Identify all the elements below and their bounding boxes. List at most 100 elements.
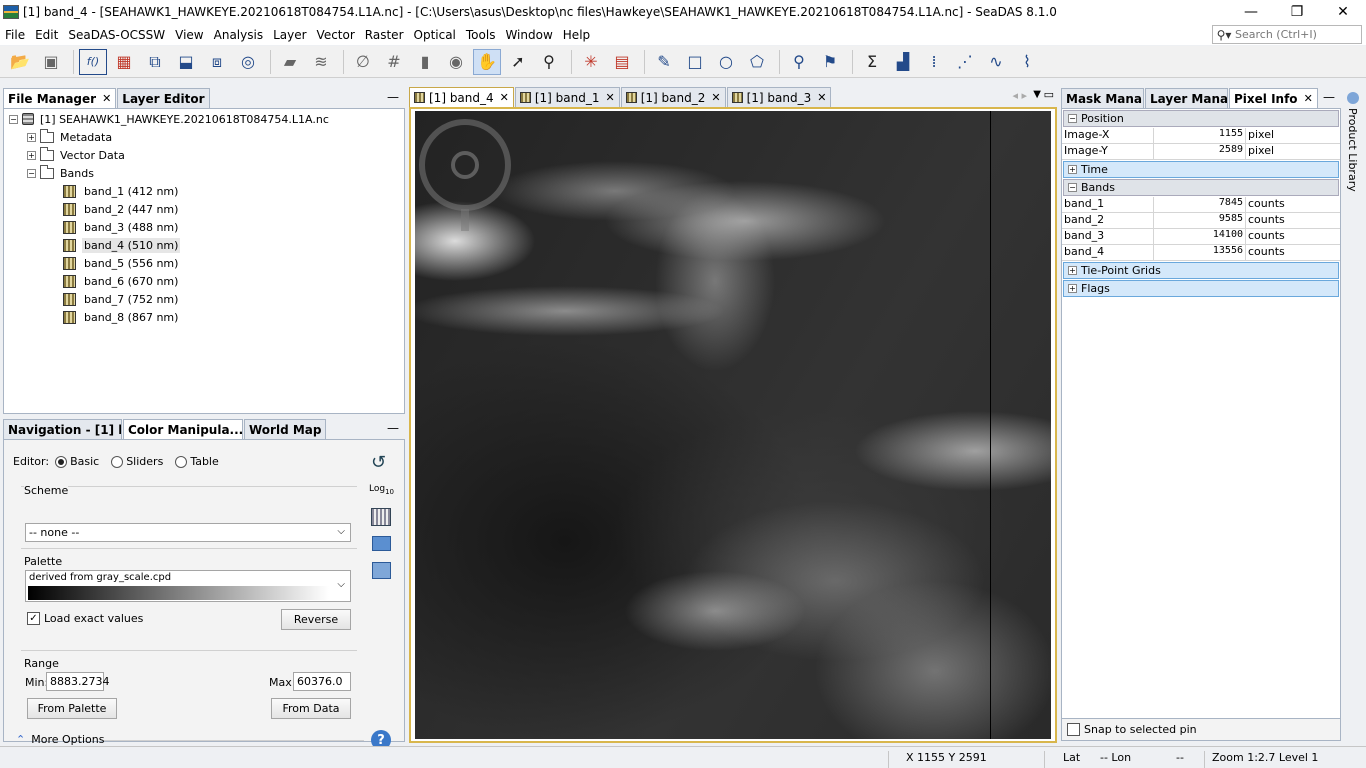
range-finder-icon[interactable]: ▤ bbox=[608, 49, 636, 75]
menu-window[interactable]: Window bbox=[500, 28, 557, 42]
close-icon[interactable]: ✕ bbox=[102, 92, 111, 105]
section-bands[interactable]: − Bands bbox=[1063, 179, 1339, 196]
expand-icon[interactable]: + bbox=[27, 150, 36, 160]
tree-item-band-3[interactable]: band_3 (488 nm) bbox=[4, 218, 404, 236]
side-tab-product-library[interactable]: Product Library bbox=[1345, 92, 1363, 192]
tab-file-manager[interactable]: File Manager ✕ bbox=[3, 88, 117, 108]
table-radio[interactable] bbox=[175, 455, 188, 468]
reset-icon[interactable]: ↺ bbox=[371, 452, 386, 473]
ellipse-draw-icon[interactable]: ○ bbox=[712, 49, 740, 75]
tab-pixel-info[interactable]: Pixel Info ✕ bbox=[1229, 88, 1318, 108]
minimize-panel-button[interactable]: — bbox=[387, 90, 399, 104]
pin-placing-icon[interactable]: ⚑ bbox=[816, 49, 844, 75]
tab-mask-manager[interactable]: Mask Mana... bbox=[1061, 88, 1144, 108]
basic-radio[interactable] bbox=[55, 455, 68, 468]
menu-layer[interactable]: Layer bbox=[268, 28, 311, 42]
maximize-view-icon[interactable]: ▭ bbox=[1044, 88, 1054, 101]
tree-item-band-4[interactable]: band_4 (510 nm) bbox=[4, 236, 404, 254]
close-icon[interactable]: ✕ bbox=[817, 91, 826, 104]
section-tie-point-grids[interactable]: + Tie-Point Grids bbox=[1063, 262, 1339, 279]
search-input[interactable]: ⚲▾ Search (Ctrl+I) bbox=[1212, 25, 1362, 44]
image-view[interactable] bbox=[409, 107, 1057, 743]
mosaic-icon[interactable]: ⧈ bbox=[203, 49, 231, 75]
palette-select[interactable]: derived from gray_scale.cpd ⌵ bbox=[25, 570, 351, 602]
zoom-slider-icon[interactable] bbox=[461, 209, 469, 231]
tab-band-4[interactable]: [1] band_4 ✕ bbox=[409, 87, 514, 107]
minimize-panel-button[interactable]: — bbox=[1323, 90, 1335, 104]
minimize-button[interactable]: — bbox=[1228, 0, 1274, 24]
ruler-icon[interactable]: ▮ bbox=[411, 49, 439, 75]
minimize-panel-button[interactable]: — bbox=[387, 421, 399, 435]
band-maths-icon[interactable]: f() bbox=[79, 48, 107, 75]
scatter-plot-icon[interactable]: ⁞ bbox=[920, 49, 948, 75]
menu-analysis[interactable]: Analysis bbox=[209, 28, 268, 42]
load-exact-values-checkbox[interactable]: ✓ Load exact values bbox=[27, 612, 143, 625]
navigation-compass-icon[interactable] bbox=[419, 119, 511, 211]
export-palette-icon[interactable] bbox=[372, 562, 391, 579]
layer-icon[interactable]: ▰ bbox=[276, 49, 304, 75]
menu-vector[interactable]: Vector bbox=[312, 28, 360, 42]
close-icon[interactable]: ✕ bbox=[711, 91, 720, 104]
zoom-tool-icon[interactable]: ⚲ bbox=[535, 49, 563, 75]
restore-button[interactable]: ❐ bbox=[1274, 0, 1320, 24]
menu-edit[interactable]: Edit bbox=[30, 28, 63, 42]
section-position[interactable]: − Position bbox=[1063, 110, 1339, 127]
spectrum-icon[interactable]: ∿ bbox=[982, 49, 1010, 75]
expand-icon[interactable]: + bbox=[27, 132, 36, 142]
pin-manager-icon[interactable]: ⚲ bbox=[785, 49, 813, 75]
collapse-icon[interactable]: − bbox=[27, 168, 36, 178]
open-product-icon[interactable]: 📂 bbox=[6, 49, 34, 75]
tab-world-map[interactable]: World Map bbox=[244, 419, 327, 439]
close-icon[interactable]: ✕ bbox=[606, 91, 615, 104]
select-tool-icon[interactable]: ➚ bbox=[504, 49, 532, 75]
max-input[interactable]: 60376.0 bbox=[293, 672, 351, 691]
tab-color-manipulation[interactable]: Color Manipula...✕ bbox=[123, 419, 243, 439]
from-data-button[interactable]: From Data bbox=[271, 698, 351, 719]
section-time[interactable]: + Time bbox=[1063, 161, 1339, 178]
fingerprint-icon[interactable]: ◉ bbox=[442, 49, 470, 75]
multi-apply-icon[interactable] bbox=[371, 508, 391, 526]
graph-builder-icon[interactable]: ⧉ bbox=[141, 49, 169, 75]
more-options-toggle[interactable]: ⌃ More Options bbox=[16, 733, 104, 746]
tree-item-band-2[interactable]: band_2 (447 nm) bbox=[4, 200, 404, 218]
profile-plot-icon[interactable]: ⋰ bbox=[951, 49, 979, 75]
tree-item-band-7[interactable]: band_7 (752 nm) bbox=[4, 290, 404, 308]
menu-file[interactable]: File bbox=[0, 28, 30, 42]
tree-item-metadata[interactable]: + Metadata bbox=[4, 128, 404, 146]
information-icon[interactable]: ⌇ bbox=[1013, 49, 1041, 75]
close-icon[interactable]: ✕ bbox=[500, 91, 509, 104]
world-map-icon[interactable]: ◎ bbox=[234, 49, 262, 75]
tab-navigation[interactable]: Navigation - [1] ba... bbox=[3, 419, 122, 439]
sliders-radio[interactable] bbox=[111, 455, 124, 468]
tree-item-vector-data[interactable]: + Vector Data bbox=[4, 146, 404, 164]
menu-view[interactable]: View bbox=[170, 28, 208, 42]
tab-band-2[interactable]: [1] band_2 ✕ bbox=[620, 87, 726, 107]
reverse-button[interactable]: Reverse bbox=[281, 609, 351, 630]
polygon-draw-icon[interactable]: ⬠ bbox=[743, 49, 771, 75]
reprojection-icon[interactable]: ⬓ bbox=[172, 49, 200, 75]
menu-tools[interactable]: Tools bbox=[461, 28, 501, 42]
log-scale-button[interactable]: Log10 bbox=[369, 484, 394, 496]
collapse-icon[interactable]: − bbox=[9, 114, 18, 124]
tree-item-band-8[interactable]: band_8 (867 nm) bbox=[4, 308, 404, 326]
histogram-icon[interactable]: ▟ bbox=[889, 49, 917, 75]
tab-layer-editor[interactable]: Layer Editor bbox=[117, 88, 210, 108]
pixel-geocoding-icon[interactable]: ✳ bbox=[577, 49, 605, 75]
line-draw-icon[interactable]: ✎ bbox=[650, 49, 678, 75]
pan-tool-icon[interactable]: ✋ bbox=[473, 48, 501, 75]
from-palette-button[interactable]: From Palette bbox=[27, 698, 117, 719]
wind-icon[interactable]: ≋ bbox=[307, 49, 335, 75]
section-flags[interactable]: + Flags bbox=[1063, 280, 1339, 297]
snap-to-pin-checkbox[interactable]: Snap to selected pin bbox=[1062, 718, 1340, 740]
rectangle-draw-icon[interactable]: □ bbox=[681, 49, 709, 75]
menu-raster[interactable]: Raster bbox=[360, 28, 409, 42]
chevron-down-icon[interactable]: ▼ bbox=[1033, 89, 1041, 100]
product-node[interactable]: − [1] SEAHAWK1_HAWKEYE.20210618T084754.L… bbox=[4, 110, 404, 128]
scheme-select[interactable]: -- none -- ⌵ bbox=[25, 523, 351, 542]
save-product-icon[interactable]: ▣ bbox=[37, 49, 65, 75]
no-data-icon[interactable]: ∅ bbox=[349, 49, 377, 75]
close-button[interactable]: ✕ bbox=[1320, 0, 1366, 24]
close-icon[interactable]: ✕ bbox=[1304, 92, 1313, 105]
tab-layer-manager[interactable]: Layer Manag... bbox=[1145, 88, 1228, 108]
tree-item-band-6[interactable]: band_6 (670 nm) bbox=[4, 272, 404, 290]
